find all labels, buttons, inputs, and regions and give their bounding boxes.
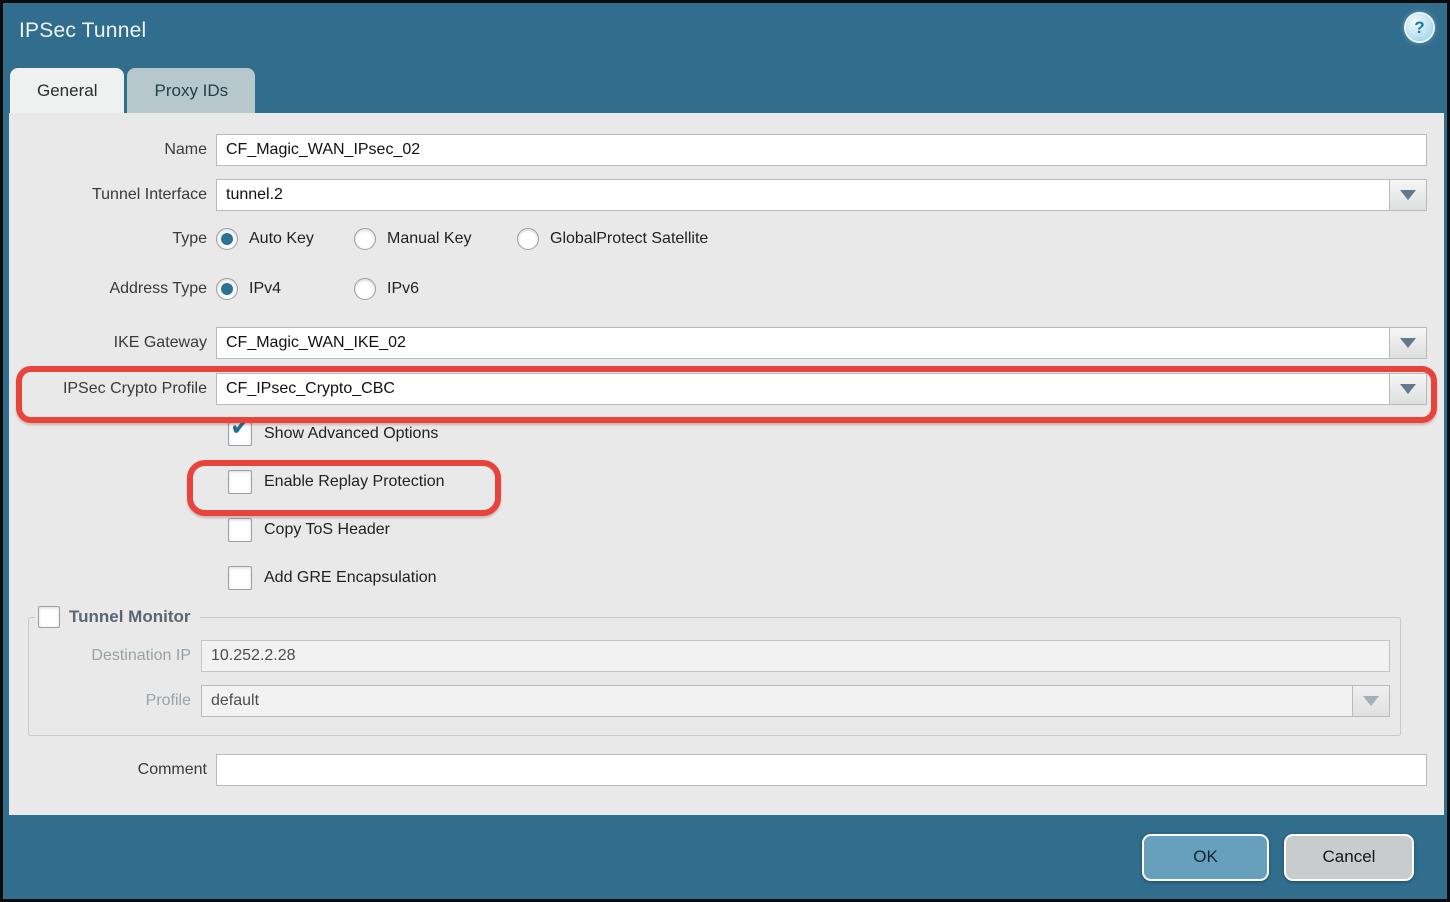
question-mark-glyph: ? xyxy=(1414,18,1424,38)
type-option-auto-key[interactable]: Auto Key xyxy=(216,228,354,250)
chevron-down-icon xyxy=(1400,384,1416,394)
tab-proxy-ids-label: Proxy IDs xyxy=(154,81,228,101)
tunnel-interface-label: Tunnel Interface xyxy=(9,186,216,204)
checkbox-unchecked-icon[interactable] xyxy=(228,518,252,542)
tunnel-monitor-section: Tunnel Monitor Destination IP Profile xyxy=(28,606,1401,736)
copy-tos-header-option[interactable]: Copy ToS Header xyxy=(228,518,1427,542)
tunnel-monitor-label: Tunnel Monitor xyxy=(69,607,191,627)
address-type-row: Address Type IPv4 IPv6 xyxy=(9,278,1427,300)
ipsec-crypto-profile-dropdown-button[interactable] xyxy=(1389,374,1426,404)
chevron-down-icon xyxy=(1400,338,1416,348)
tunnel-interface-dropdown-button[interactable] xyxy=(1389,180,1426,210)
dialog-frame: IPSec Tunnel ? General Proxy IDs Name Tu… xyxy=(3,3,1447,899)
ike-gateway-dropdown-button[interactable] xyxy=(1389,328,1426,358)
address-type-option-ipv6[interactable]: IPv6 xyxy=(354,278,419,300)
comment-row: Comment xyxy=(9,754,1427,786)
chevron-down-icon xyxy=(1363,696,1379,706)
tab-proxy-ids[interactable]: Proxy IDs xyxy=(127,68,255,113)
radio-selected-icon[interactable] xyxy=(216,278,238,300)
address-type-option-ipv4[interactable]: IPv4 xyxy=(216,278,354,300)
add-gre-encapsulation-option[interactable]: Add GRE Encapsulation xyxy=(228,566,1427,590)
ipsec-crypto-profile-combo xyxy=(216,373,1427,405)
tunnel-interface-input[interactable] xyxy=(217,180,1389,210)
help-icon[interactable]: ? xyxy=(1406,14,1433,41)
comment-input[interactable] xyxy=(216,754,1427,786)
radio-unselected-icon[interactable] xyxy=(354,278,376,300)
destination-ip-row: Destination IP xyxy=(29,640,1390,672)
chevron-down-icon xyxy=(1400,190,1416,200)
destination-ip-label: Destination IP xyxy=(29,647,201,665)
name-input[interactable] xyxy=(216,134,1427,166)
type-option-globalprotect-satellite[interactable]: GlobalProtect Satellite xyxy=(517,228,708,250)
tab-bar: General Proxy IDs xyxy=(3,68,1447,113)
address-type-label: Address Type xyxy=(9,280,216,298)
checkmark-glyph: ✔ xyxy=(230,415,251,440)
ike-gateway-combo xyxy=(216,327,1427,359)
checkbox-unchecked-icon[interactable] xyxy=(228,566,252,590)
tunnel-interface-combo xyxy=(216,179,1427,211)
tunnel-interface-row: Tunnel Interface xyxy=(9,179,1427,211)
name-row: Name xyxy=(9,134,1427,166)
cancel-button[interactable]: Cancel xyxy=(1284,834,1414,881)
radio-selected-icon[interactable] xyxy=(216,228,238,250)
ipsec-crypto-profile-input[interactable] xyxy=(217,374,1389,404)
ok-button[interactable]: OK xyxy=(1142,834,1269,881)
ike-gateway-row: IKE Gateway xyxy=(9,327,1427,359)
checkbox-unchecked-icon[interactable] xyxy=(38,606,60,628)
monitor-profile-input xyxy=(202,686,1352,716)
checkbox-unchecked-icon[interactable] xyxy=(228,470,252,494)
dialog-footer: OK Cancel xyxy=(3,815,1447,899)
ipsec-crypto-profile-row: IPSec Crypto Profile xyxy=(9,373,1427,405)
tunnel-monitor-toggle[interactable]: Tunnel Monitor xyxy=(35,606,200,628)
monitor-profile-label: Profile xyxy=(29,692,201,710)
general-tab-panel: Name Tunnel Interface Type xyxy=(9,113,1444,815)
ipsec-tunnel-dialog: IPSec Tunnel ? General Proxy IDs Name Tu… xyxy=(0,0,1450,902)
ike-gateway-label: IKE Gateway xyxy=(9,334,216,352)
tab-general[interactable]: General xyxy=(10,68,124,113)
monitor-profile-row: Profile xyxy=(29,685,1390,717)
type-label: Type xyxy=(9,230,216,248)
monitor-profile-dropdown-button xyxy=(1352,686,1389,716)
radio-unselected-icon[interactable] xyxy=(517,228,539,250)
type-row: Type Auto Key Manual Key GlobalProtect S… xyxy=(9,228,1427,250)
comment-label: Comment xyxy=(9,761,216,779)
checkbox-checked-icon[interactable]: ✔ xyxy=(228,422,252,446)
enable-replay-protection-option[interactable]: Enable Replay Protection xyxy=(228,470,1427,494)
dialog-titlebar: IPSec Tunnel ? xyxy=(3,3,1447,68)
show-advanced-options-option[interactable]: ✔ Show Advanced Options xyxy=(228,422,1427,446)
tab-general-label: General xyxy=(37,81,97,101)
destination-ip-input xyxy=(201,640,1390,672)
ipsec-crypto-profile-label: IPSec Crypto Profile xyxy=(9,380,216,398)
dialog-title: IPSec Tunnel xyxy=(19,19,146,42)
type-option-manual-key[interactable]: Manual Key xyxy=(354,228,517,250)
name-label: Name xyxy=(9,141,216,159)
radio-unselected-icon[interactable] xyxy=(354,228,376,250)
ike-gateway-input[interactable] xyxy=(217,328,1389,358)
monitor-profile-combo xyxy=(201,685,1390,717)
